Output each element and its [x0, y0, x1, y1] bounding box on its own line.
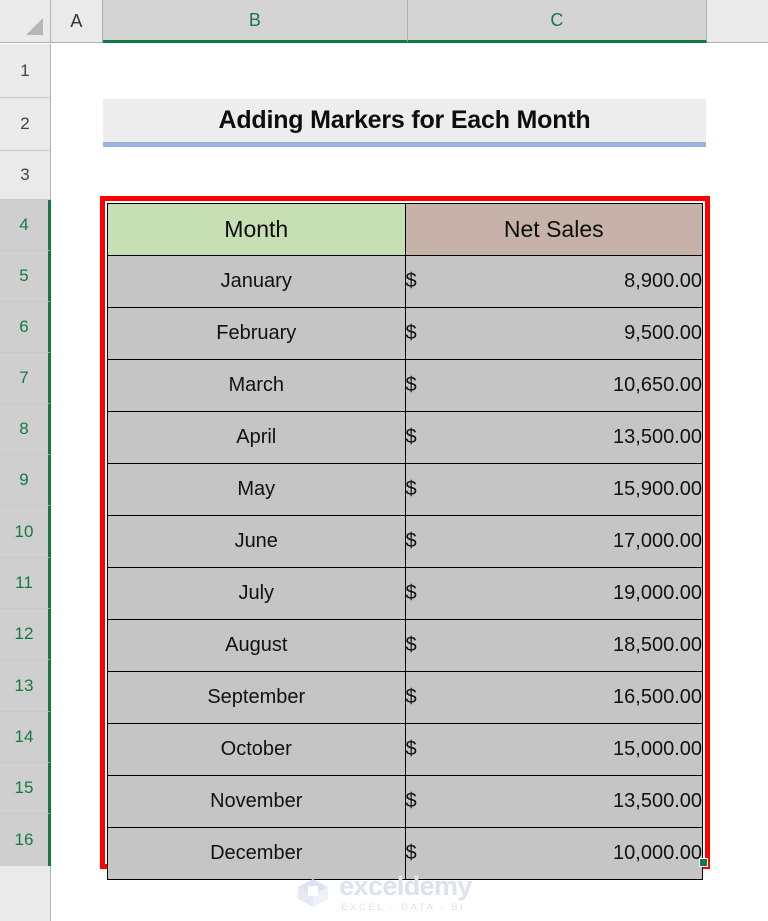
cell-net-sales[interactable]: $ 13,500.00 — [404, 775, 703, 828]
row-header-4[interactable]: 4 — [0, 200, 51, 251]
currency-symbol: $ — [405, 426, 417, 448]
cell-net-sales[interactable]: $ 15,000.00 — [404, 723, 703, 776]
table-row: May $ 15,900.00 — [107, 463, 703, 516]
currency-symbol: $ — [405, 322, 417, 344]
cell-month[interactable]: September — [107, 671, 406, 724]
row-header-9[interactable]: 9 — [0, 455, 51, 506]
watermark: exceldemy EXCEL - DATA - BI — [0, 872, 768, 914]
currency-symbol: $ — [405, 790, 417, 812]
cell-month[interactable]: November — [107, 775, 406, 828]
table-row: September $ 16,500.00 — [107, 671, 703, 724]
amount-value: 18,500.00 — [613, 634, 702, 656]
row-header-13[interactable]: 13 — [0, 660, 51, 712]
page-title[interactable]: Adding Markers for Each Month — [103, 99, 706, 147]
row-header-11[interactable]: 11 — [0, 558, 51, 609]
sales-data-table: Month Net Sales January $ 8,900.00 Febru… — [107, 203, 703, 880]
cell-month[interactable]: April — [107, 411, 406, 464]
table-body: January $ 8,900.00 February $ 9,500.00 M… — [107, 255, 703, 880]
column-header-month: Month — [107, 203, 406, 256]
cell-net-sales[interactable]: $ 16,500.00 — [404, 671, 703, 724]
currency-symbol: $ — [405, 842, 417, 864]
row-header-6[interactable]: 6 — [0, 302, 51, 353]
row-header-15[interactable]: 15 — [0, 763, 51, 814]
cell-month[interactable]: August — [107, 619, 406, 672]
amount-value: 9,500.00 — [624, 322, 702, 344]
cell-month[interactable]: January — [107, 255, 406, 308]
currency-symbol: $ — [405, 582, 417, 604]
amount-value: 15,900.00 — [613, 478, 702, 500]
currency-symbol: $ — [405, 634, 417, 656]
amount-value: 15,000.00 — [613, 738, 702, 760]
row-header-8[interactable]: 8 — [0, 404, 51, 455]
row-header-12[interactable]: 12 — [0, 609, 51, 660]
currency-symbol: $ — [405, 738, 417, 760]
select-all-button[interactable] — [0, 0, 51, 43]
cell-net-sales[interactable]: $ 9,500.00 — [404, 307, 703, 360]
currency-symbol: $ — [405, 686, 417, 708]
cell-month[interactable]: March — [107, 359, 406, 412]
column-header-overflow — [707, 0, 768, 43]
cell-net-sales[interactable]: $ 13,500.00 — [404, 411, 703, 464]
cell-net-sales[interactable]: $ 19,000.00 — [404, 567, 703, 620]
currency-symbol: $ — [405, 374, 417, 396]
amount-value: 13,500.00 — [613, 426, 702, 448]
cell-net-sales[interactable]: $ 15,900.00 — [404, 463, 703, 516]
row-header-3[interactable]: 3 — [0, 151, 51, 200]
amount-value: 8,900.00 — [624, 270, 702, 292]
amount-value: 13,500.00 — [613, 790, 702, 812]
exceldemy-cube-logo-icon — [298, 879, 329, 907]
amount-value: 10,000.00 — [613, 842, 702, 864]
row-header-10[interactable]: 10 — [0, 506, 51, 558]
cell-month[interactable]: June — [107, 515, 406, 568]
selection-fill-handle[interactable] — [699, 858, 708, 867]
row-header-14[interactable]: 14 — [0, 712, 51, 763]
currency-symbol: $ — [405, 270, 417, 292]
column-header-b[interactable]: B — [103, 0, 408, 43]
table-row: April $ 13,500.00 — [107, 411, 703, 464]
excel-spreadsheet: A B C 1 2 3 4 5 6 7 8 9 10 11 12 13 14 1… — [0, 0, 768, 921]
row-header-2[interactable]: 2 — [0, 98, 51, 151]
amount-value: 10,650.00 — [613, 374, 702, 396]
table-header-row: Month Net Sales — [107, 203, 703, 256]
amount-value: 16,500.00 — [613, 686, 702, 708]
watermark-name: exceldemy — [339, 871, 472, 902]
row-header-16[interactable]: 16 — [0, 814, 51, 866]
column-header-c[interactable]: C — [408, 0, 707, 43]
table-row: October $ 15,000.00 — [107, 723, 703, 776]
cell-net-sales[interactable]: $ 18,500.00 — [404, 619, 703, 672]
amount-value: 19,000.00 — [613, 582, 702, 604]
column-header-strip: A B C — [0, 0, 768, 43]
selected-range-outline[interactable]: Month Net Sales January $ 8,900.00 Febru… — [100, 196, 710, 880]
cell-net-sales[interactable]: $ 8,900.00 — [404, 255, 703, 308]
table-row: January $ 8,900.00 — [107, 255, 703, 308]
table-row: March $ 10,650.00 — [107, 359, 703, 412]
table-row: August $ 18,500.00 — [107, 619, 703, 672]
cell-month[interactable]: February — [107, 307, 406, 360]
cell-month[interactable]: July — [107, 567, 406, 620]
cell-month[interactable]: May — [107, 463, 406, 516]
column-header-a[interactable]: A — [51, 0, 103, 43]
amount-value: 17,000.00 — [613, 530, 702, 552]
row-header-7[interactable]: 7 — [0, 353, 51, 404]
cell-month[interactable]: October — [107, 723, 406, 776]
select-all-triangle-icon — [26, 18, 43, 35]
cell-net-sales[interactable]: $ 10,650.00 — [404, 359, 703, 412]
column-header-net-sales: Net Sales — [404, 203, 703, 256]
table-row: February $ 9,500.00 — [107, 307, 703, 360]
cell-net-sales[interactable]: $ 17,000.00 — [404, 515, 703, 568]
table-row: November $ 13,500.00 — [107, 775, 703, 828]
currency-symbol: $ — [405, 530, 417, 552]
row-header-1[interactable]: 1 — [0, 44, 51, 98]
watermark-tagline: EXCEL - DATA - BI — [341, 902, 466, 914]
row-header-5[interactable]: 5 — [0, 251, 51, 302]
table-row: June $ 17,000.00 — [107, 515, 703, 568]
table-row: July $ 19,000.00 — [107, 567, 703, 620]
currency-symbol: $ — [405, 478, 417, 500]
